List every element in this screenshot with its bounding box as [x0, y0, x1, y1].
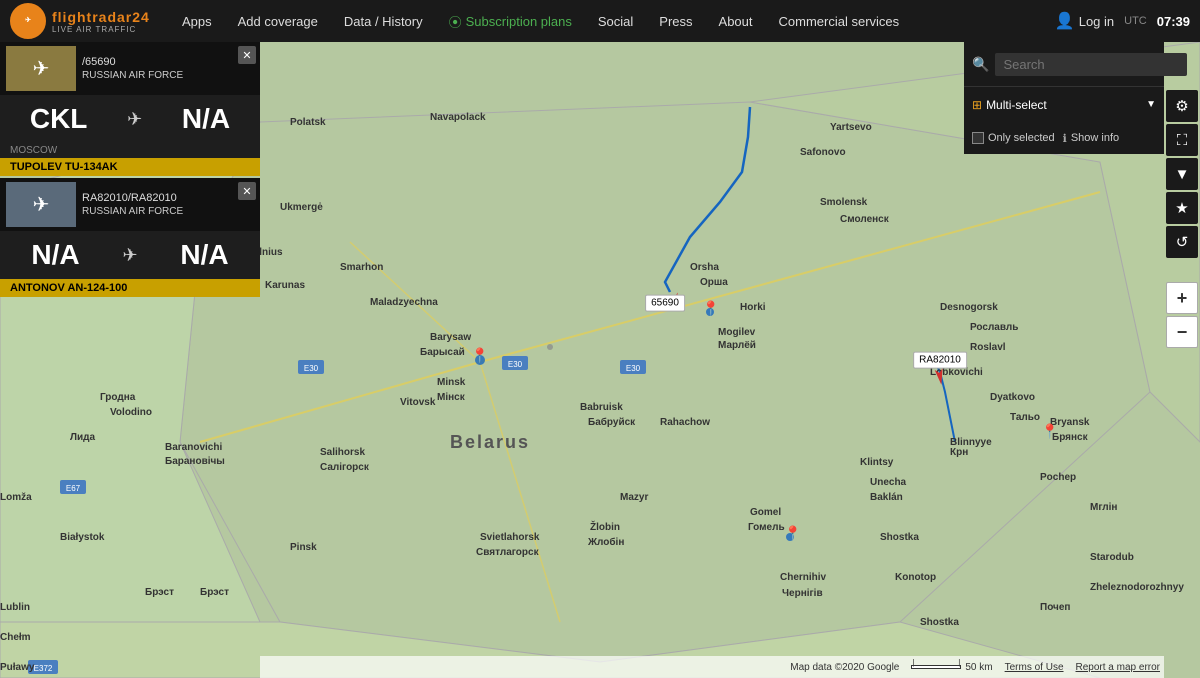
right-controls: 🔍 ⊞ Multi-select ▼ Only selected ℹ Show …	[964, 42, 1164, 154]
flight-card-ra82010[interactable]: ✈ RA82010/RA82010 RUSSIAN AIR FORCE ✕ N/…	[0, 178, 260, 297]
svg-text:E67: E67	[66, 484, 81, 493]
pin-mogilev: 📍	[702, 300, 719, 317]
flight-ra82010-header: ✈ RA82010/RA82010 RUSSIAN AIR FORCE ✕	[0, 178, 260, 231]
map-footer: Map data ©2020 Google | | 50 km Terms of…	[260, 656, 1164, 678]
search-input[interactable]	[995, 53, 1187, 76]
flight-65690-from: CKL	[30, 103, 88, 135]
flight-ra82010-aircraft: ANTONOV AN-124-100	[0, 279, 260, 297]
zoom-out-button[interactable]: −	[1166, 316, 1198, 348]
pin-minsk: 📍	[471, 347, 488, 364]
filter-button[interactable]: ▼	[1166, 158, 1198, 190]
star-button[interactable]: ★	[1166, 192, 1198, 224]
report-link[interactable]: Report a map error	[1076, 662, 1160, 673]
show-info-label: Show info	[1071, 132, 1119, 144]
svg-text:E372: E372	[34, 664, 53, 673]
nav-right: 👤 Log in UTC 07:39	[1055, 11, 1200, 31]
flight-ra82010-to: N/A	[180, 239, 228, 271]
scale-label: 50 km	[965, 662, 992, 673]
flight-65690-thumb: ✈	[6, 46, 76, 91]
multiselect-icon: ⊞	[972, 98, 982, 112]
multiselect-label: Multi-select	[986, 98, 1142, 112]
nav-about[interactable]: About	[707, 0, 765, 42]
flight-card-65690[interactable]: ✈ /65690 RUSSIAN AIR FORCE ✕ CKL ✈ N/A M…	[0, 42, 260, 176]
logo-icon: ✈	[10, 3, 46, 39]
flight-ra82010-info: RA82010/RA82010 RUSSIAN AIR FORCE	[82, 192, 254, 217]
info-icon: ℹ	[1063, 132, 1067, 145]
close-65690-button[interactable]: ✕	[238, 46, 256, 64]
flight-ra82010-marker[interactable]: RA82010	[930, 367, 950, 392]
login-button[interactable]: 👤 Log in	[1055, 11, 1114, 31]
top-navigation: ✈ flightradar24 LIVE AIR TRAFFIC Apps Ad…	[0, 0, 1200, 42]
spacer	[1166, 260, 1198, 280]
multiselect-bar[interactable]: ⊞ Multi-select ▼	[964, 86, 1164, 122]
logo-sub: LIVE AIR TRAFFIC	[52, 25, 150, 34]
flight-arrow-icon: ✈	[127, 109, 142, 130]
flight-65690-route: CKL ✈ N/A	[0, 95, 260, 143]
only-selected-checkbox[interactable]	[972, 132, 984, 144]
nav-social[interactable]: Social	[586, 0, 645, 42]
svg-text:E30: E30	[508, 360, 523, 369]
close-ra82010-button[interactable]: ✕	[238, 182, 256, 200]
flight-65690-to: N/A	[182, 103, 230, 135]
flight-arrow2-icon: ✈	[122, 245, 137, 266]
nav-subscription[interactable]: ⦿ Subscription plans	[437, 0, 584, 42]
utc-label: UTC	[1124, 15, 1147, 27]
flight-65690-airline: RUSSIAN AIR FORCE	[82, 70, 254, 81]
flight-65690-marker[interactable]: 65690	[665, 290, 685, 315]
terms-link[interactable]: Terms of Use	[1005, 662, 1064, 673]
pin-gomel: 📍	[784, 525, 801, 542]
search-icon: 🔍	[972, 56, 989, 73]
nav-press[interactable]: Press	[647, 0, 704, 42]
svg-text:E30: E30	[626, 364, 641, 373]
nav-commercial[interactable]: Commercial services	[767, 0, 912, 42]
multiselect-caret-icon: ▼	[1146, 99, 1156, 110]
flight-65690-header: ✈ /65690 RUSSIAN AIR FORCE ✕	[0, 42, 260, 95]
flight-65690-aircraft: TUPOLEV TU-134AK	[0, 158, 260, 176]
options-bar: Only selected ℹ Show info	[964, 122, 1164, 154]
only-selected-label: Only selected	[988, 132, 1055, 144]
logo-title: flightradar24	[52, 9, 150, 25]
nav-add-coverage[interactable]: Add coverage	[226, 0, 330, 42]
search-bar: 🔍	[964, 42, 1164, 86]
svg-text:E30: E30	[304, 364, 319, 373]
left-panel: ✈ /65690 RUSSIAN AIR FORCE ✕ CKL ✈ N/A M…	[0, 42, 260, 299]
map-area[interactable]: E30 E30 E30 E67 E372 Google Navapolack P…	[0, 42, 1200, 678]
nav-data-history[interactable]: Data / History	[332, 0, 435, 42]
flight-65690-info: /65690 RUSSIAN AIR FORCE	[82, 56, 254, 81]
zoom-in-button[interactable]: +	[1166, 282, 1198, 314]
flight-ra82010-route: N/A ✈ N/A	[0, 231, 260, 279]
flight-ra82010-airline: RUSSIAN AIR FORCE	[82, 206, 254, 217]
only-selected-toggle[interactable]: Only selected	[972, 132, 1055, 144]
pin-bryansk: 📍	[1041, 423, 1058, 440]
nav-apps[interactable]: Apps	[170, 0, 224, 42]
flight-ra82010-id: RA82010/RA82010	[82, 192, 254, 204]
logo-text: flightradar24 LIVE AIR TRAFFIC	[52, 9, 150, 34]
nav-items: Apps Add coverage Data / History ⦿ Subsc…	[170, 0, 1055, 42]
utc-time: 07:39	[1157, 14, 1190, 29]
flight-65690-dest: MOSCOW	[0, 143, 260, 158]
show-info-toggle[interactable]: ℹ Show info	[1063, 132, 1120, 145]
scale-bar: | | 50 km	[911, 662, 992, 673]
flight-ra82010-from: N/A	[31, 239, 79, 271]
fullscreen-button[interactable]: ⛶	[1166, 124, 1198, 156]
map-data-label: Map data ©2020 Google	[790, 662, 899, 673]
flight-ra82010-thumb: ✈	[6, 182, 76, 227]
user-icon: 👤	[1055, 11, 1075, 31]
settings-button[interactable]: ⚙	[1166, 90, 1198, 122]
flight-65690-id: /65690	[82, 56, 254, 68]
right-sidebar: ⚙ ⛶ ▼ ★ ↺ + −	[1164, 86, 1200, 352]
logo-area[interactable]: ✈ flightradar24 LIVE AIR TRAFFIC	[0, 3, 170, 39]
refresh-button[interactable]: ↺	[1166, 226, 1198, 258]
